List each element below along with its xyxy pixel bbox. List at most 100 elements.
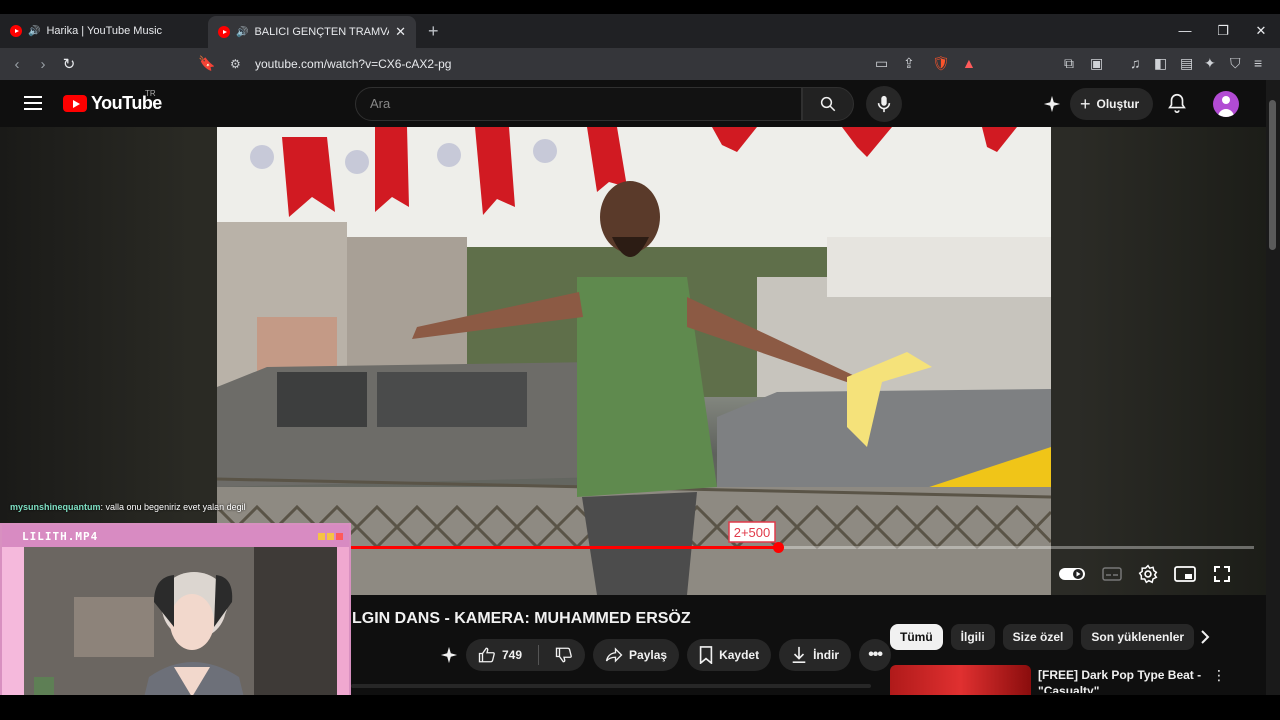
overlay-number: 2+500 bbox=[734, 525, 771, 540]
recommendation-thumbnail[interactable] bbox=[890, 665, 1031, 695]
new-tab-button[interactable]: + bbox=[428, 21, 439, 42]
stream-chat-line: mysunshinequantum: valla onu begeniriz e… bbox=[10, 502, 246, 512]
tab-search-icon[interactable]: ▣ bbox=[1090, 55, 1103, 72]
webcam-title-bar: LILITH.MP4 bbox=[2, 525, 349, 547]
like-dislike-group: 749 bbox=[466, 639, 586, 671]
forward-icon[interactable]: › bbox=[30, 56, 56, 73]
address-bar: ‹ › ↻ 🔖 ⚙ youtube.com/watch?v=CX6-cAX2-p… bbox=[0, 48, 1280, 80]
bottom-strip bbox=[0, 695, 1280, 720]
bookmark-icon[interactable]: 🔖 bbox=[198, 55, 215, 72]
leo-ai-icon[interactable]: ✦ bbox=[1204, 55, 1216, 72]
download-button[interactable]: İndir bbox=[779, 639, 852, 671]
bookmark-save-icon bbox=[699, 646, 713, 664]
search-button[interactable] bbox=[802, 87, 854, 121]
wallet-icon[interactable]: ▤ bbox=[1180, 55, 1193, 72]
window-buttons-icon bbox=[316, 527, 343, 545]
miniplayer-icon[interactable] bbox=[1174, 565, 1196, 583]
tab-current-video[interactable]: 🔊 BALICI GENÇTEN TRAMVAY YOLUNDA ✕ bbox=[208, 16, 416, 48]
back-icon[interactable]: ‹ bbox=[4, 56, 30, 73]
webcam-title: LILITH.MP4 bbox=[22, 529, 99, 543]
menu-icon[interactable]: ≡ bbox=[1254, 55, 1262, 71]
share-icon[interactable]: ⇪ bbox=[903, 55, 915, 72]
subtitles-icon[interactable] bbox=[1102, 566, 1122, 582]
speaker-icon[interactable]: 🔊 bbox=[236, 27, 248, 38]
share-arrow-icon bbox=[605, 647, 623, 663]
create-label: Oluştur bbox=[1096, 97, 1140, 111]
tab-title: Harika | YouTube Music bbox=[46, 25, 163, 37]
voice-search-button[interactable] bbox=[866, 86, 902, 122]
youtube-logo[interactable]: YouTube TR bbox=[63, 89, 162, 114]
fullscreen-icon[interactable] bbox=[1212, 564, 1232, 584]
recommendation-item[interactable]: [FREE] Dark Pop Type Beat - "Casualty" ⋮ bbox=[890, 665, 1262, 695]
brave-shield-icon[interactable]: 🛡 bbox=[932, 55, 950, 72]
like-count[interactable]: 749 bbox=[502, 648, 522, 662]
webcam-frame-border bbox=[2, 547, 24, 718]
chat-username: mysunshinequantum bbox=[10, 502, 101, 512]
tab-title: BALICI GENÇTEN TRAMVAY YOLUNDA bbox=[254, 26, 389, 38]
recommendation-filter-chips: Tümü İlgili Size özel Son yüklenenler bbox=[890, 624, 1195, 650]
close-tab-icon[interactable]: ✕ bbox=[395, 24, 406, 40]
settings-gear-icon[interactable] bbox=[1138, 564, 1158, 584]
close-window-button[interactable]: ✕ bbox=[1242, 14, 1280, 48]
plus-icon: + bbox=[1080, 93, 1091, 114]
premium-sparkle-icon[interactable] bbox=[1043, 95, 1061, 113]
player-controls bbox=[1058, 560, 1232, 588]
chip-for-you[interactable]: Size özel bbox=[1002, 624, 1074, 650]
description-box-edge bbox=[351, 684, 871, 688]
hamburger-menu-icon[interactable] bbox=[24, 96, 42, 114]
video-actions: 749 Paylaş Kaydet İndir ••• bbox=[440, 639, 892, 671]
brave-rewards-icon[interactable]: ▲ bbox=[962, 55, 976, 71]
minimize-button[interactable]: — bbox=[1166, 14, 1204, 48]
youtube-header: YouTube TR Ara + Oluştur bbox=[0, 80, 1266, 127]
avatar[interactable] bbox=[1213, 91, 1239, 117]
notifications-bell-icon[interactable] bbox=[1166, 92, 1188, 114]
save-label: Kaydet bbox=[719, 648, 760, 662]
region-code: TR bbox=[145, 89, 156, 98]
chip-related[interactable]: İlgili bbox=[950, 624, 995, 650]
more-actions-button[interactable]: ••• bbox=[859, 639, 892, 671]
video-title: LGIN DANS - KAMERA: MUHAMMED ERSÖZ bbox=[352, 610, 691, 627]
save-button[interactable]: Kaydet bbox=[687, 639, 772, 671]
browser-tab-bar: 🔊 Harika | YouTube Music 🔊 BALICI GENÇTE… bbox=[0, 14, 1280, 48]
autoplay-toggle-icon[interactable] bbox=[1058, 566, 1086, 582]
url-field[interactable]: youtube.com/watch?v=CX6-cAX2-pg bbox=[255, 57, 451, 71]
chip-recently-uploaded[interactable]: Son yüklenenler bbox=[1081, 624, 1195, 650]
restore-button[interactable]: ❐ bbox=[1204, 14, 1242, 48]
dislike-thumb-icon[interactable] bbox=[555, 646, 573, 664]
extensions-icon[interactable]: ⧉ bbox=[1064, 55, 1074, 72]
webcam-feed-image bbox=[24, 547, 337, 718]
tab-youtube-music[interactable]: 🔊 Harika | YouTube Music bbox=[0, 15, 208, 47]
chat-message: : valla onu begeniriz evet yalan degil bbox=[100, 502, 246, 512]
youtube-favicon-icon bbox=[218, 26, 230, 38]
speaker-icon[interactable]: 🔊 bbox=[28, 26, 40, 37]
webcam-overlay: LILITH.MP4 bbox=[0, 523, 351, 720]
share-button[interactable]: Paylaş bbox=[593, 639, 680, 671]
sidebar-icon[interactable]: ◧ bbox=[1154, 55, 1167, 72]
download-icon bbox=[792, 646, 806, 664]
more-vert-icon[interactable]: ⋮ bbox=[1212, 667, 1226, 684]
youtube-favicon-icon bbox=[10, 25, 22, 37]
premium-sparkle-icon[interactable] bbox=[440, 646, 458, 664]
chevron-right-icon[interactable] bbox=[1196, 628, 1214, 646]
like-thumb-icon[interactable] bbox=[478, 646, 496, 664]
share-label: Paylaş bbox=[629, 648, 668, 662]
download-label: İndir bbox=[813, 648, 840, 662]
recommendation-title[interactable]: [FREE] Dark Pop Type Beat - "Casualty" bbox=[1038, 667, 1218, 693]
top-strip bbox=[0, 0, 1280, 14]
cast-icon[interactable]: ▭ bbox=[875, 55, 888, 72]
youtube-play-icon bbox=[63, 95, 87, 112]
site-info-icon[interactable]: ⚙ bbox=[230, 57, 241, 71]
scrollbar-thumb[interactable] bbox=[1269, 100, 1276, 250]
page-scrollbar[interactable] bbox=[1266, 80, 1280, 695]
media-icon[interactable]: ♫ bbox=[1130, 55, 1141, 71]
chip-all[interactable]: Tümü bbox=[890, 624, 943, 650]
search-input[interactable]: Ara bbox=[355, 87, 802, 121]
window-controls: — ❐ ✕ bbox=[1166, 14, 1280, 48]
more-dots-icon: ••• bbox=[868, 646, 883, 663]
reload-icon[interactable]: ↻ bbox=[56, 55, 82, 73]
search-icon bbox=[820, 96, 836, 112]
vpn-icon[interactable]: ⛉ bbox=[1230, 55, 1241, 72]
create-button[interactable]: + Oluştur bbox=[1070, 88, 1154, 120]
microphone-icon bbox=[877, 95, 891, 113]
progress-bar-fill bbox=[350, 546, 779, 549]
